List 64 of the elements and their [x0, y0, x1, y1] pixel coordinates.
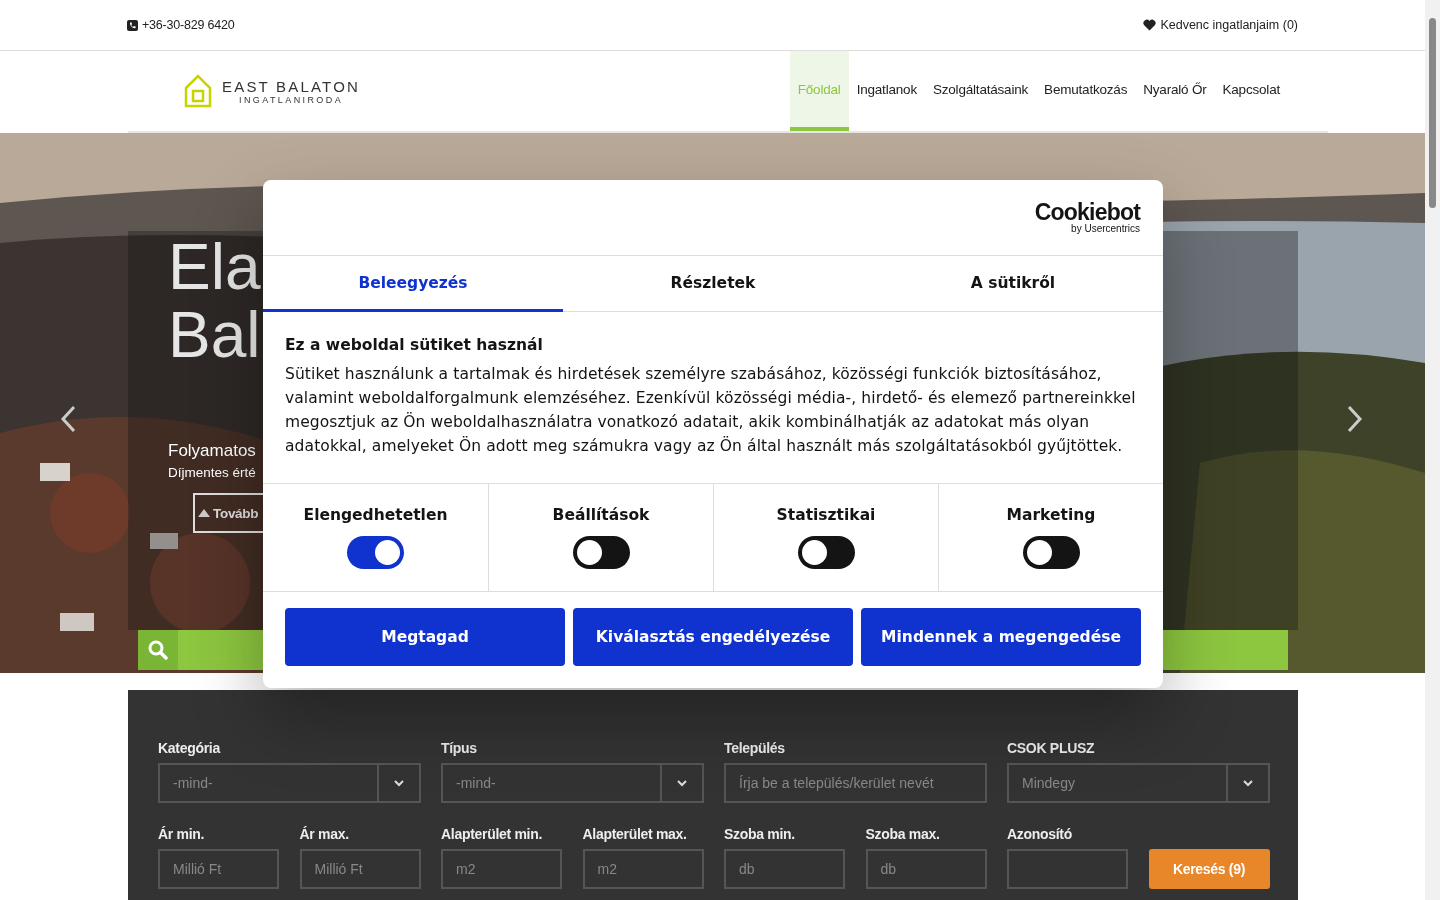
toggle-switch[interactable] — [1022, 536, 1080, 569]
field-label: Kategória — [158, 740, 222, 757]
input-field[interactable] — [1007, 849, 1128, 889]
chevron-down-icon — [1242, 779, 1253, 787]
phone-number: +36-30-829 6420 — [142, 18, 235, 32]
consent-button[interactable]: Kiválasztás engedélyezése — [573, 608, 853, 666]
logo-name: EAST BALATON — [222, 77, 361, 95]
toggle-label: Statisztikai — [776, 506, 876, 524]
input-field[interactable]: Millió Ft — [158, 849, 279, 889]
field-label: Típus — [441, 740, 478, 757]
chevron-right-icon[interactable] — [1347, 405, 1363, 433]
field-label: Azonosító — [1007, 826, 1073, 843]
field-label: Szoba min. — [724, 826, 796, 843]
brand-byline: by Usercentrics — [1071, 224, 1140, 234]
field-label: Alapterület min. — [441, 826, 543, 843]
field-label: Ár max. — [299, 826, 350, 843]
input-field[interactable]: m2 — [441, 849, 562, 889]
favorites-link[interactable]: Kedvenc ingatlanjaim (0) — [1160, 18, 1298, 32]
chevron-left-icon[interactable] — [60, 405, 76, 433]
toggle-switch[interactable] — [572, 536, 630, 569]
triangle-icon — [197, 508, 211, 518]
field-label: Szoba max. — [865, 826, 941, 843]
consent-button[interactable]: Mindennek a megengedése — [861, 608, 1141, 666]
slide-title: Ela — [168, 233, 261, 301]
search-icon — [148, 640, 168, 660]
heart-icon — [1143, 19, 1157, 31]
nav-link[interactable]: Kapcsolat — [1214, 51, 1288, 131]
toggle-switch[interactable] — [347, 536, 404, 569]
input-field[interactable]: m2 — [582, 849, 704, 889]
dialog-tab[interactable]: Beleegyezés — [263, 256, 563, 312]
field-label: Település — [724, 740, 786, 757]
dialog-heading: Ez a weboldal sütiket használ — [285, 336, 544, 354]
nav-link[interactable]: Nyaraló Őr — [1135, 51, 1215, 131]
chevron-down-icon — [393, 779, 404, 787]
toggle-switch[interactable] — [797, 536, 855, 569]
dropdown-field[interactable]: Mindegy — [1007, 763, 1270, 803]
field-label: Alapterület max. — [582, 826, 688, 843]
dropdown-field[interactable]: -mind- — [441, 763, 704, 803]
toggle-label: Elengedhetetlen — [303, 506, 448, 524]
field-label: Ár min. — [158, 826, 206, 843]
nav-link[interactable]: Ingatlanok — [848, 51, 925, 131]
input-field[interactable]: Írja be a település/kerület nevét — [724, 763, 987, 803]
toggle-label: Marketing — [1006, 506, 1096, 524]
toggle-label: Beállítások — [552, 506, 650, 524]
scrollbar-thumb[interactable] — [1429, 18, 1436, 208]
nav-link[interactable]: Bemutatkozás — [1036, 51, 1136, 131]
slide-text: Díjmentes érté — [168, 465, 256, 480]
dialog-tab[interactable]: Részletek — [563, 256, 863, 312]
nav-link[interactable]: Szolgáltatásaink — [924, 51, 1037, 131]
house-logo-icon — [184, 74, 212, 108]
input-field[interactable]: Millió Ft — [299, 849, 421, 889]
logo-subtitle: INGATLANIRODA — [239, 94, 344, 105]
phone-icon — [127, 19, 138, 31]
dialog-text: Sütiket használunk a tartalmak és hirdetések személyre szabásához, közösségi funkciók biztosításához, valamint weboldalforgalmunk elemzéséhez. Ezenkívül közösségi média-, hirdető- és elemező partnereinkkel megosztjuk az Ön weboldalhasználatra vonatkozó adatait, akik kombinálhatják az adatokat más olyan adatokkal, amelyeket Ön adott meg számukra vagy az Ön által használt más szolgáltatásokból gyűjtöttek. — [285, 364, 1137, 457]
consent-button[interactable]: Megtagad — [285, 608, 565, 666]
chevron-down-icon — [676, 779, 687, 787]
slide-subtitle: Folyamatos — [168, 441, 256, 461]
input-field[interactable]: db — [724, 849, 845, 889]
input-field[interactable]: db — [865, 849, 987, 889]
slide-title: Bal — [168, 301, 261, 369]
dropdown-field[interactable]: -mind- — [158, 763, 421, 803]
brand-logo: Cookiebot — [1034, 201, 1140, 224]
dialog-tab[interactable]: A sütikről — [863, 256, 1163, 312]
field-label: CSOK PLUSZ — [1007, 740, 1096, 757]
